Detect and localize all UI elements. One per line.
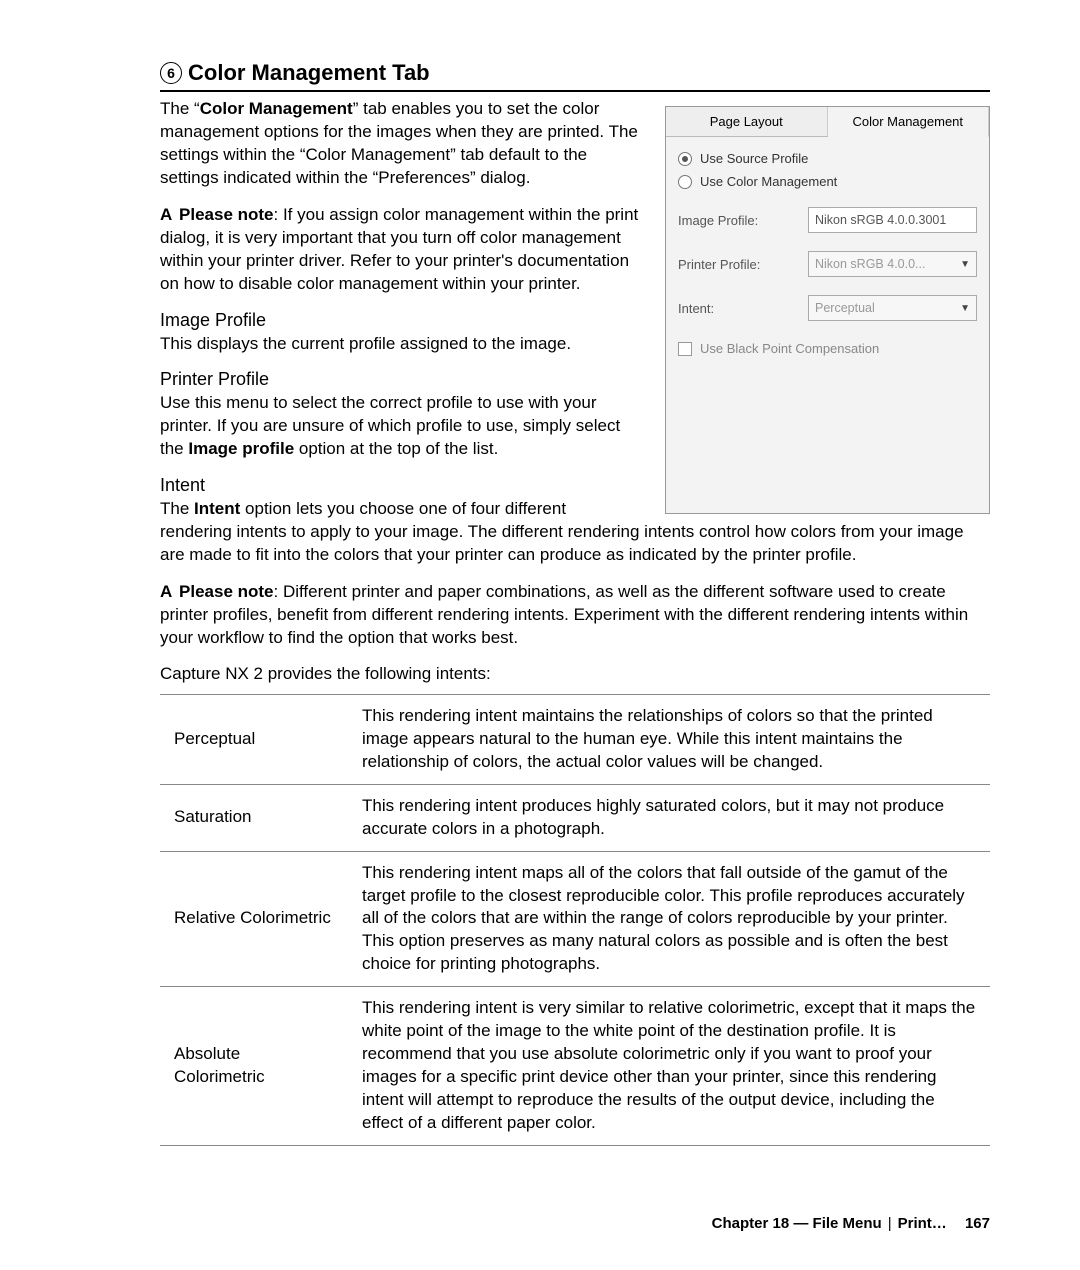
dropdown-intent[interactable]: Perceptual ▼ — [808, 295, 977, 321]
label-image-profile: Image Profile: — [678, 213, 808, 228]
radio-label: Use Source Profile — [700, 151, 808, 166]
printer-profile-text: Use this menu to select the correct prof… — [160, 392, 647, 461]
intent-heading: Intent — [160, 475, 647, 496]
radio-use-source-profile[interactable]: Use Source Profile — [678, 151, 977, 166]
section-heading: 6 Color Management Tab — [160, 60, 990, 92]
printer-profile-heading: Printer Profile — [160, 369, 647, 390]
intent-desc: This rendering intent is very similar to… — [348, 987, 990, 1146]
color-management-dialog: Page Layout Color Management Use Source … — [665, 106, 990, 514]
intent-text-part2: rendering intents to apply to your image… — [160, 521, 990, 567]
radio-icon — [678, 175, 692, 189]
intent-text-part1: The Intent option lets you choose one of… — [160, 498, 647, 521]
table-row: Saturation This rendering intent produce… — [160, 784, 990, 851]
tab-page-layout[interactable]: Page Layout — [666, 107, 828, 136]
document-page: 6 Color Management Tab The “Color Managem… — [0, 0, 1080, 1270]
intent-name: Absolute Colorimetric — [160, 987, 348, 1146]
label-intent: Intent: — [678, 301, 808, 316]
chevron-down-icon: ▼ — [960, 259, 970, 270]
intent-name: Perceptual — [160, 694, 348, 784]
checkbox-icon — [678, 342, 692, 356]
intents-intro: Capture NX 2 provides the following inte… — [160, 664, 990, 684]
image-profile-text: This displays the current profile assign… — [160, 333, 647, 356]
radio-label: Use Color Management — [700, 174, 837, 189]
page-footer: Chapter 18 — File Menu|Print… 167 — [712, 1215, 990, 1232]
tab-color-management[interactable]: Color Management — [828, 107, 990, 137]
note-a: A Please note: If you assign color manag… — [160, 204, 647, 296]
page-number: 167 — [965, 1215, 990, 1232]
label-printer-profile: Printer Profile: — [678, 257, 808, 272]
note-icon: A — [160, 204, 172, 227]
field-image-profile: Nikon sRGB 4.0.0.3001 — [808, 207, 977, 233]
section-title-text: Color Management Tab — [188, 60, 430, 85]
intro-paragraph: The “Color Management” tab enables you t… — [160, 98, 647, 190]
checkbox-label: Use Black Point Compensation — [700, 341, 879, 356]
note-b: A Please note: Different printer and pap… — [160, 581, 990, 650]
radio-use-color-management[interactable]: Use Color Management — [678, 174, 977, 189]
section-number-badge: 6 — [160, 62, 182, 84]
image-profile-heading: Image Profile — [160, 310, 647, 331]
intents-table: Perceptual This rendering intent maintai… — [160, 694, 990, 1146]
chevron-down-icon: ▼ — [960, 303, 970, 314]
radio-icon — [678, 152, 692, 166]
intent-name: Saturation — [160, 784, 348, 851]
intent-desc: This rendering intent produces highly sa… — [348, 784, 990, 851]
intent-desc: This rendering intent maintains the rela… — [348, 694, 990, 784]
intent-name: Relative Colorimetric — [160, 851, 348, 987]
dialog-tabs: Page Layout Color Management — [666, 107, 989, 137]
table-row: Relative Colorimetric This rendering int… — [160, 851, 990, 987]
table-row: Perceptual This rendering intent maintai… — [160, 694, 990, 784]
intent-desc: This rendering intent maps all of the co… — [348, 851, 990, 987]
dropdown-printer-profile[interactable]: Nikon sRGB 4.0.0... ▼ — [808, 251, 977, 277]
table-row: Absolute Colorimetric This rendering int… — [160, 987, 990, 1146]
checkbox-black-point[interactable]: Use Black Point Compensation — [678, 341, 977, 356]
note-icon: A — [160, 581, 172, 604]
